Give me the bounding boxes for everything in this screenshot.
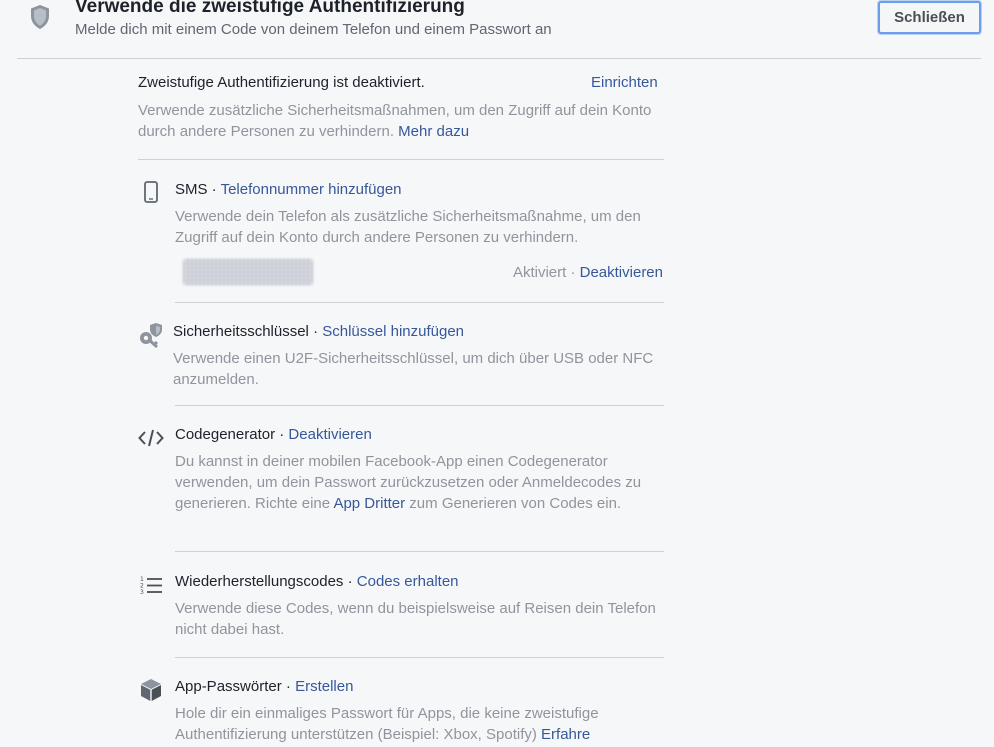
third-party-app-link[interactable]: App Dritter bbox=[333, 495, 405, 512]
create-app-password-link[interactable]: Erstellen bbox=[295, 678, 353, 695]
sms-state-separator: · bbox=[566, 264, 580, 281]
svg-text:3: 3 bbox=[140, 589, 144, 595]
security-key-title-line: Sicherheitsschlüssel · Schlüssel hinzufü… bbox=[173, 323, 464, 340]
shield-icon bbox=[29, 4, 51, 30]
phone-number-redacted bbox=[183, 259, 313, 285]
app-passwords-separator: · bbox=[281, 678, 296, 695]
page-title: Verwende die zweistufige Authentifizieru… bbox=[75, 0, 465, 17]
sms-state: Aktiviert bbox=[512, 264, 567, 281]
app-passwords-description-text: Hole dir ein einmaliges Passwort für App… bbox=[175, 705, 599, 743]
learn-more-app-passwords-link[interactable]: Erfahre bbox=[541, 726, 590, 743]
sms-deactivate-link[interactable]: Deaktivieren bbox=[580, 264, 663, 281]
intro-description-text: Verwende zusätzliche Sicherheitsmaßnahme… bbox=[138, 102, 652, 140]
two-factor-settings-page: Verwende die zweistufige Authentifizieru… bbox=[0, 0, 994, 747]
sms-separator: · bbox=[207, 181, 221, 198]
learn-more-link[interactable]: Mehr dazu bbox=[398, 123, 469, 140]
page-subtitle: Melde dich mit einem Code von deinem Tel… bbox=[75, 21, 552, 38]
recovery-codes-description: Verwende diese Codes, wenn du beispielsw… bbox=[175, 600, 656, 638]
security-key-divider bbox=[175, 405, 664, 406]
code-generator-title: Codegenerator bbox=[175, 426, 276, 443]
recovery-codes-title: Wiederherstellungscodes bbox=[175, 573, 344, 590]
sms-description: Verwende dein Telefon als zusätzliche Si… bbox=[175, 208, 641, 246]
settings-header: Verwende die zweistufige Authentifizieru… bbox=[0, 0, 994, 58]
code-generator-deactivate-link[interactable]: Deaktivieren bbox=[288, 426, 371, 443]
sms-status-line: Aktiviert · Deaktivieren bbox=[513, 264, 663, 281]
setup-link[interactable]: Einrichten bbox=[591, 74, 658, 91]
code-icon bbox=[138, 428, 164, 453]
phone-icon bbox=[144, 181, 158, 208]
key-icon bbox=[138, 321, 164, 354]
intro-divider bbox=[138, 159, 664, 160]
code-generator-divider bbox=[175, 551, 664, 552]
cube-icon bbox=[140, 678, 162, 707]
sms-title-line: SMS · Telefonnummer hinzufügen bbox=[175, 181, 402, 198]
code-generator-description: Du kannst in deiner mobilen Facebook-App… bbox=[175, 451, 665, 514]
code-generator-separator: · bbox=[275, 426, 289, 443]
app-passwords-title-line: App-Passwörter · Erstellen bbox=[175, 678, 353, 695]
code-generator-description-end: zum Generieren von Codes ein. bbox=[405, 495, 622, 512]
numbered-list-icon: 1 2 3 bbox=[140, 575, 164, 600]
app-passwords-description: Hole dir ein einmaliges Passwort für App… bbox=[175, 703, 665, 745]
sms-title: SMS bbox=[175, 181, 208, 198]
code-generator-title-line: Codegenerator · Deaktivieren bbox=[175, 426, 372, 443]
recovery-codes-separator: · bbox=[343, 573, 357, 590]
security-key-title: Sicherheitsschlüssel bbox=[173, 323, 309, 340]
add-phone-link[interactable]: Telefonnummer hinzufügen bbox=[221, 181, 402, 198]
app-passwords-title: App-Passwörter bbox=[175, 678, 282, 695]
two-factor-status: Zweistufige Authentifizierung ist deakti… bbox=[138, 74, 425, 91]
add-key-link[interactable]: Schlüssel hinzufügen bbox=[322, 323, 464, 340]
recovery-codes-title-line: Wiederherstellungscodes · Codes erhalten bbox=[175, 573, 459, 590]
intro-description: Verwende zusätzliche Sicherheitsmaßnahme… bbox=[138, 100, 678, 142]
header-divider bbox=[17, 58, 981, 59]
security-key-separator: · bbox=[308, 323, 323, 340]
recovery-codes-divider bbox=[175, 657, 664, 658]
get-codes-link[interactable]: Codes erhalten bbox=[357, 573, 459, 590]
close-button[interactable]: Schließen bbox=[878, 1, 981, 34]
sms-divider bbox=[175, 302, 664, 303]
security-key-description: Verwende einen U2F-Sicherheitsschlüssel,… bbox=[173, 350, 654, 388]
